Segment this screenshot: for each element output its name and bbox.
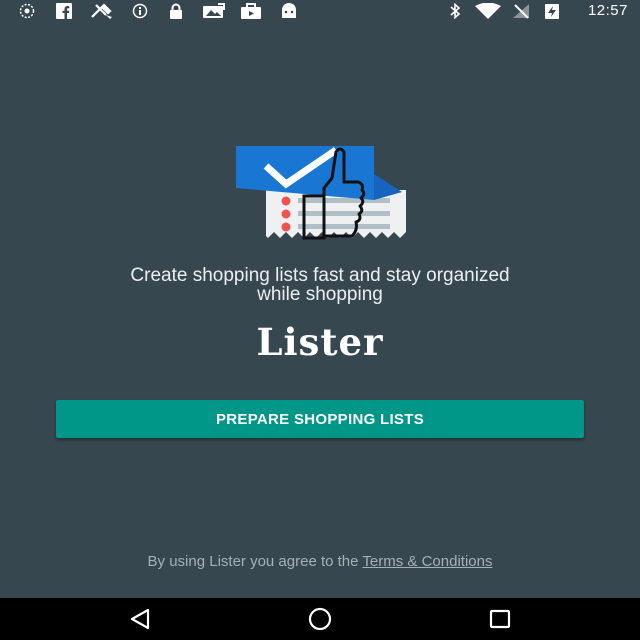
status-bar: 12:57 <box>0 0 640 24</box>
wifi-icon <box>475 3 501 19</box>
bluetooth-icon <box>450 3 461 19</box>
battery-charging-icon <box>545 4 559 19</box>
home-icon <box>308 607 332 631</box>
no-signal-icon <box>513 4 529 19</box>
terms-text: By using Lister you agree to the Terms &… <box>0 553 640 570</box>
tagline-line-2: while shopping <box>257 284 383 305</box>
back-icon <box>130 608 150 630</box>
navigation-bar <box>0 598 640 640</box>
facebook-icon <box>56 3 72 19</box>
android-icon <box>282 3 296 18</box>
terms-conditions-link[interactable]: Terms & Conditions <box>362 553 492 570</box>
terms-prefix: By using Lister you agree to the <box>147 553 359 570</box>
tagline-line-1: Create shopping lists fast and stay orga… <box>130 265 510 286</box>
tools-icon <box>91 3 112 19</box>
sync-icon <box>19 3 35 19</box>
briefcase-icon <box>241 3 261 19</box>
recents-icon <box>489 609 511 629</box>
lister-logo-icon <box>236 146 406 240</box>
info-icon <box>132 3 148 19</box>
back-button[interactable] <box>120 604 160 634</box>
prepare-shopping-lists-button[interactable]: PREPARE SHOPPING LISTS <box>56 400 584 438</box>
app-title: Lister <box>256 320 384 364</box>
status-time: 12:57 <box>587 2 628 19</box>
home-button[interactable] <box>300 604 340 634</box>
tagline: Create shopping lists fast and stay orga… <box>20 266 620 304</box>
photo-icon <box>203 3 225 18</box>
recents-button[interactable] <box>480 604 520 634</box>
lock-icon <box>170 3 182 19</box>
